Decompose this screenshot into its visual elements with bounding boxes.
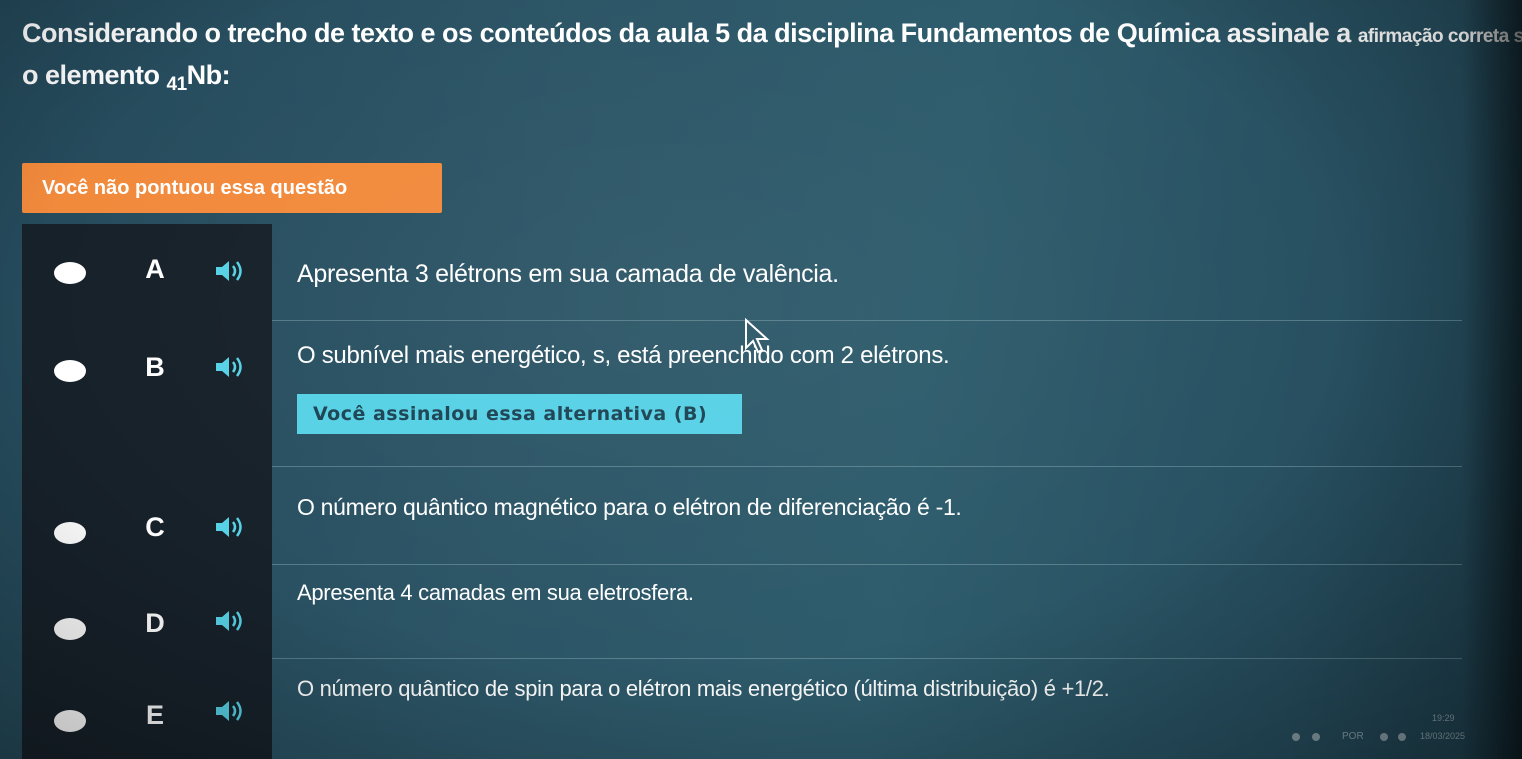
speaker-icon[interactable] bbox=[214, 258, 248, 284]
speaker-icon[interactable] bbox=[214, 608, 248, 634]
question-text: Considerando o trecho de texto e os cont… bbox=[22, 14, 1522, 104]
tray-icon[interactable] bbox=[1292, 733, 1300, 741]
option-a[interactable]: A Apresenta 3 elétrons em sua camada de … bbox=[22, 224, 1462, 322]
clock-date[interactable]: 18/03/2025 bbox=[1420, 731, 1465, 741]
radio-b[interactable] bbox=[54, 360, 86, 382]
question-line-1: Considerando o trecho de texto e os cont… bbox=[22, 14, 1522, 56]
option-c[interactable]: C O número quântico magnético para o elé… bbox=[22, 470, 1462, 570]
volume-icon[interactable] bbox=[1398, 733, 1406, 741]
option-e[interactable]: E O número quântico de spin para o elétr… bbox=[22, 666, 1462, 759]
option-letter-c: C bbox=[145, 512, 165, 542]
divider bbox=[272, 564, 1462, 565]
divider bbox=[272, 320, 1462, 321]
option-d[interactable]: D Apresenta 4 camadas em sua eletrosfera… bbox=[22, 570, 1462, 666]
mouse-cursor-icon bbox=[745, 318, 770, 354]
system-tray: POR 19:29 18/03/2025 bbox=[1262, 711, 1482, 751]
keyboard-language[interactable]: POR bbox=[1342, 731, 1364, 742]
divider bbox=[272, 658, 1462, 659]
question-line-2: o elemento 41Nb: bbox=[22, 60, 231, 95]
option-letter-d: D bbox=[145, 608, 165, 638]
radio-c[interactable] bbox=[54, 522, 86, 544]
radio-d[interactable] bbox=[54, 618, 86, 640]
option-text-e: O número quântico de spin para o elétron… bbox=[297, 676, 1110, 701]
score-status-badge: Você não pontuou essa questão bbox=[22, 163, 442, 213]
wifi-icon[interactable] bbox=[1380, 733, 1388, 741]
option-letter-e: E bbox=[145, 700, 164, 730]
option-text-c: O número quântico magnético para o elétr… bbox=[297, 494, 962, 520]
speaker-icon[interactable] bbox=[214, 698, 248, 724]
option-text-a: Apresenta 3 elétrons em sua camada de va… bbox=[297, 260, 839, 288]
speaker-icon[interactable] bbox=[214, 354, 248, 380]
option-text-d: Apresenta 4 camadas em sua eletrosfera. bbox=[297, 580, 694, 605]
option-letter-a: A bbox=[145, 254, 165, 284]
option-text-b: O subnível mais energético, s, está pree… bbox=[297, 342, 950, 369]
radio-e[interactable] bbox=[54, 710, 86, 732]
divider bbox=[272, 466, 1462, 467]
clock-time[interactable]: 19:29 bbox=[1432, 713, 1455, 723]
radio-a[interactable] bbox=[54, 262, 86, 284]
screen: Considerando o trecho de texto e os cont… bbox=[0, 0, 1522, 759]
selected-answer-badge: Você assinalou essa alternativa (B) bbox=[297, 394, 742, 434]
atomic-number: 41 bbox=[166, 74, 188, 95]
speaker-icon[interactable] bbox=[214, 514, 248, 540]
option-letter-b: B bbox=[145, 352, 165, 382]
monitor-edge bbox=[1462, 0, 1522, 759]
tray-icon[interactable] bbox=[1312, 733, 1320, 741]
